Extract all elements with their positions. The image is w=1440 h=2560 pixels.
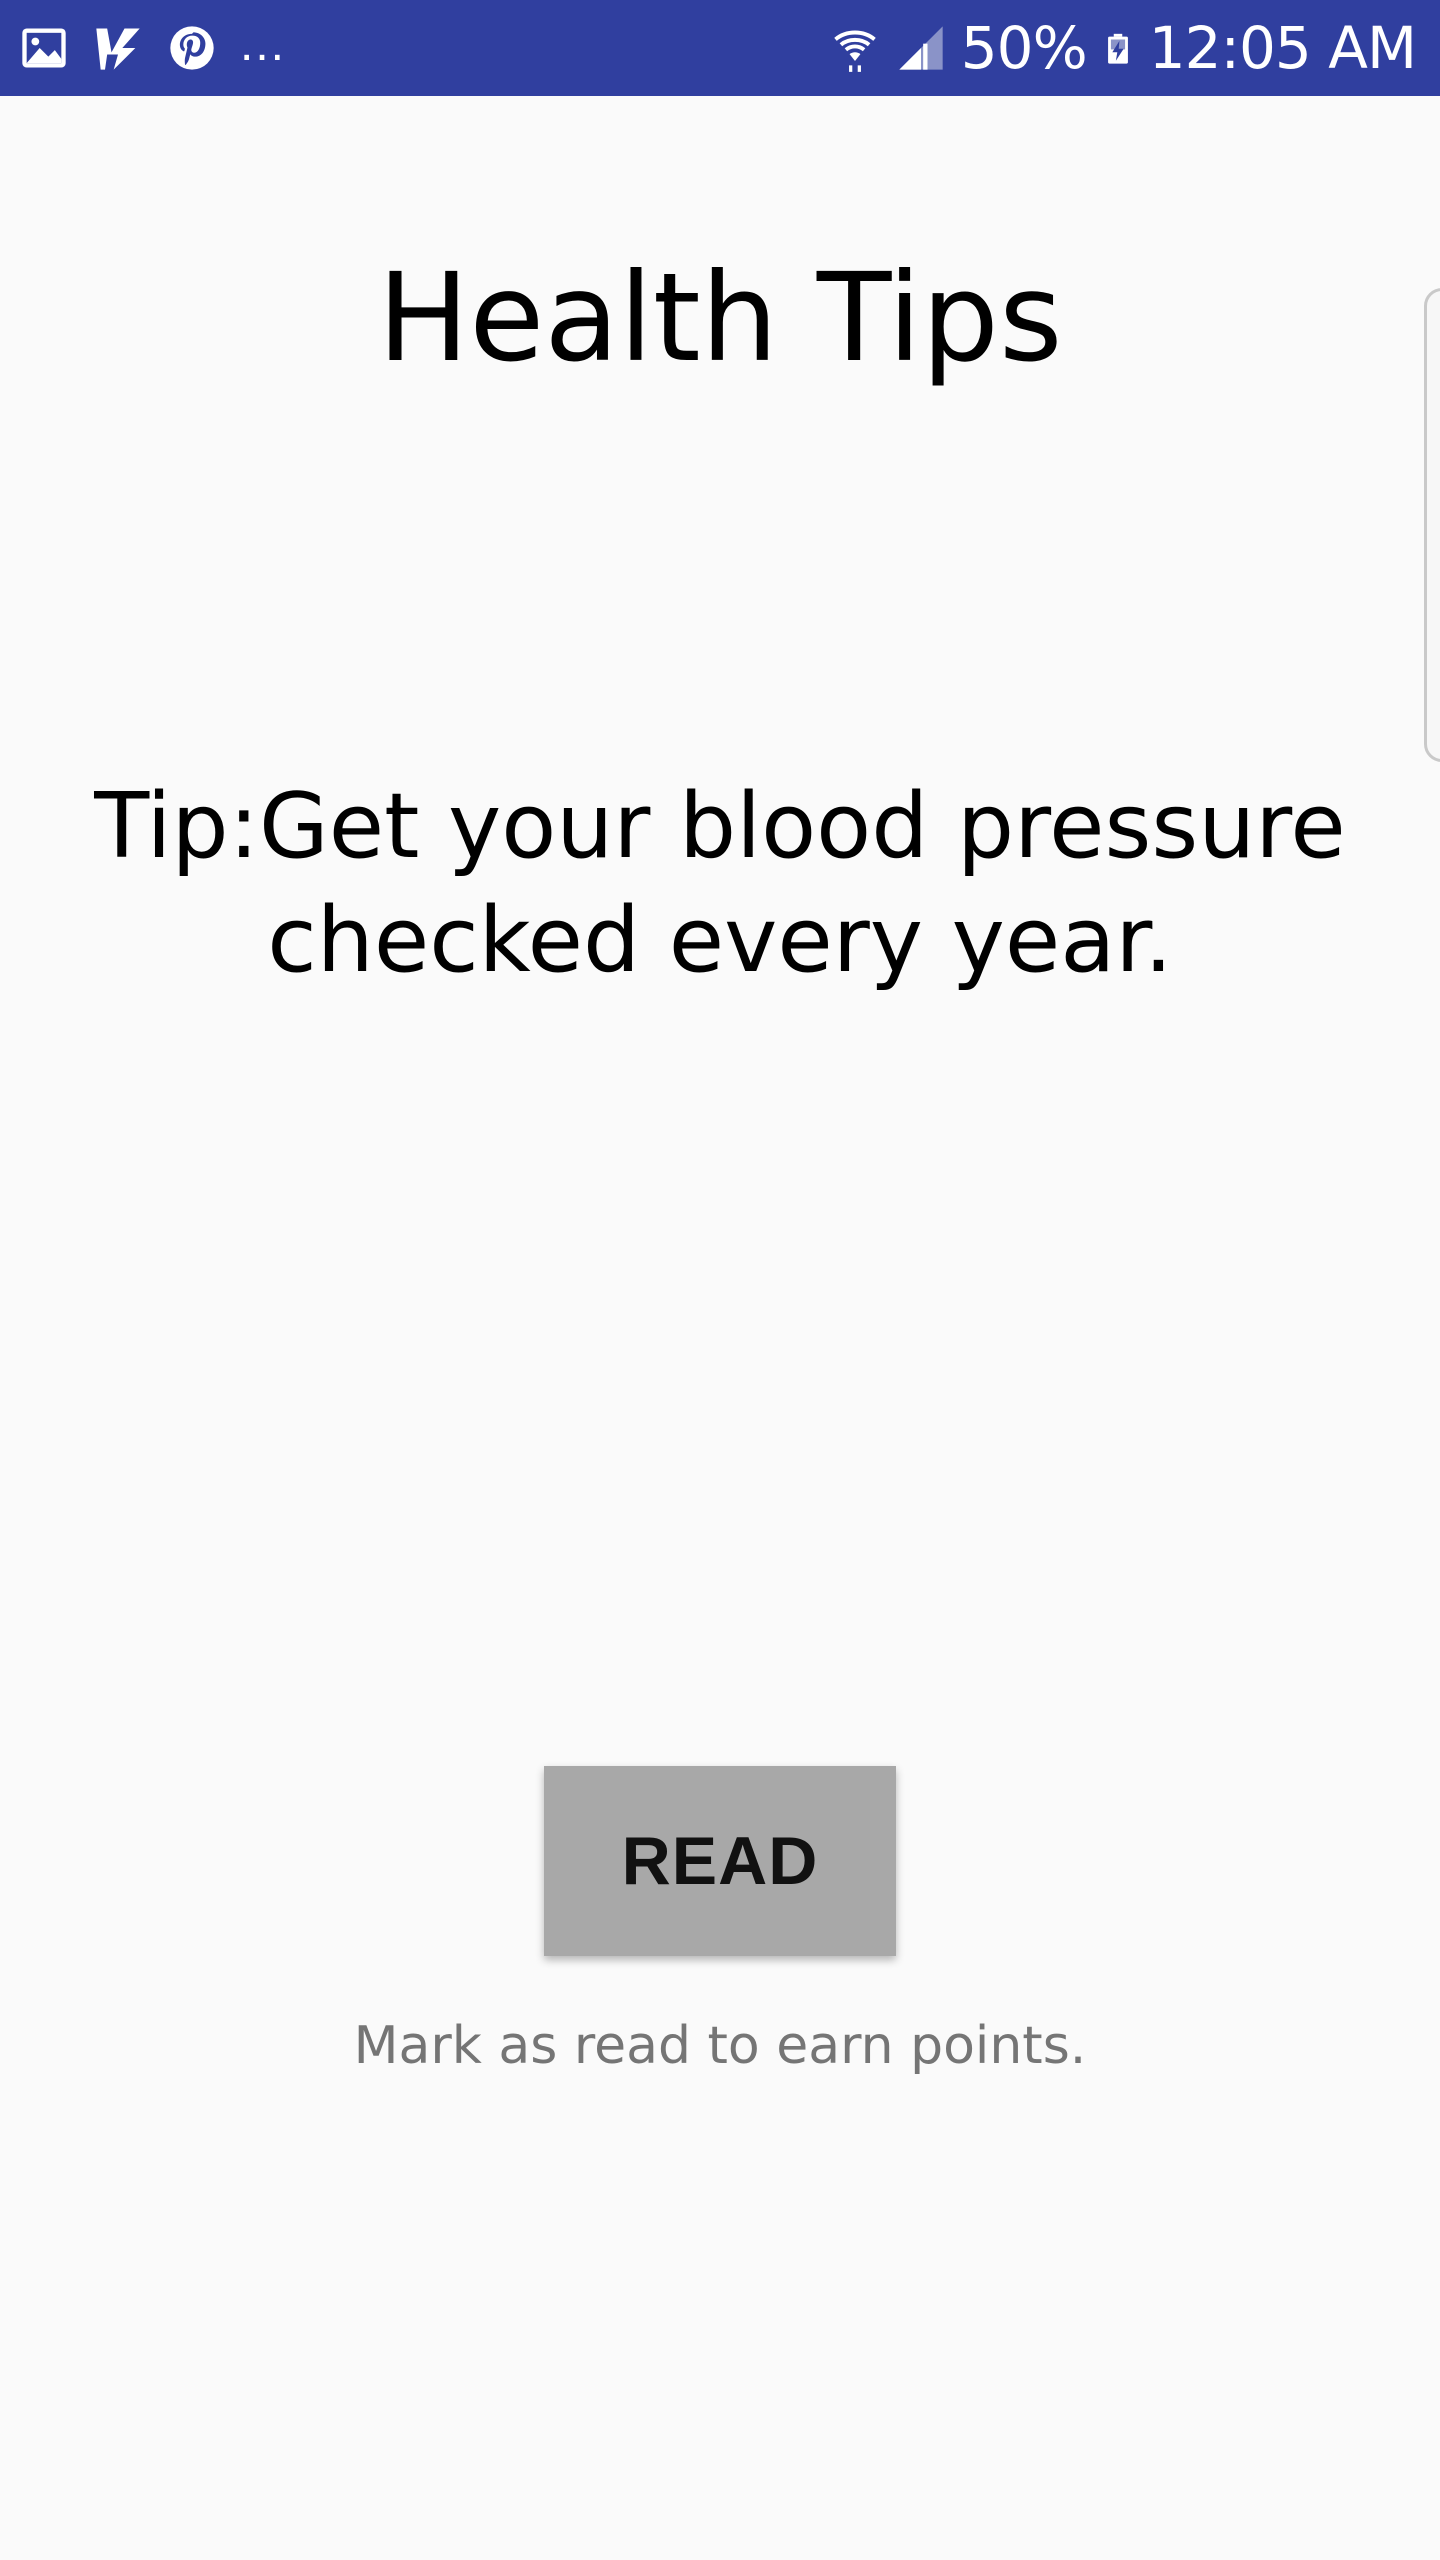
screen: ... 50% 12:05 AM Health Tips Tip:Get you… xyxy=(0,0,1440,2560)
wifi-icon xyxy=(834,30,876,72)
gallery-icon xyxy=(22,28,66,68)
battery-percent: 50% xyxy=(960,14,1088,82)
tip-text: Tip:Get your blood pressure checked ever… xyxy=(94,774,1346,993)
more-notifications: ... xyxy=(240,18,287,71)
vs-app-icon xyxy=(96,28,140,70)
signal-icon xyxy=(899,26,943,70)
earn-points-hint: Mark as read to earn points. xyxy=(353,2016,1087,2076)
notification-icons: ... xyxy=(18,18,286,78)
battery-charging-icon xyxy=(1107,33,1128,64)
read-button[interactable]: READ xyxy=(544,1766,896,1956)
system-icons: 50% 12:05 AM xyxy=(829,10,1417,86)
pinterest-icon xyxy=(170,26,214,70)
page-title: Health Tips xyxy=(377,247,1063,389)
status-bar: ... 50% 12:05 AM xyxy=(0,0,1440,96)
clock: 12:05 AM xyxy=(1148,14,1417,82)
